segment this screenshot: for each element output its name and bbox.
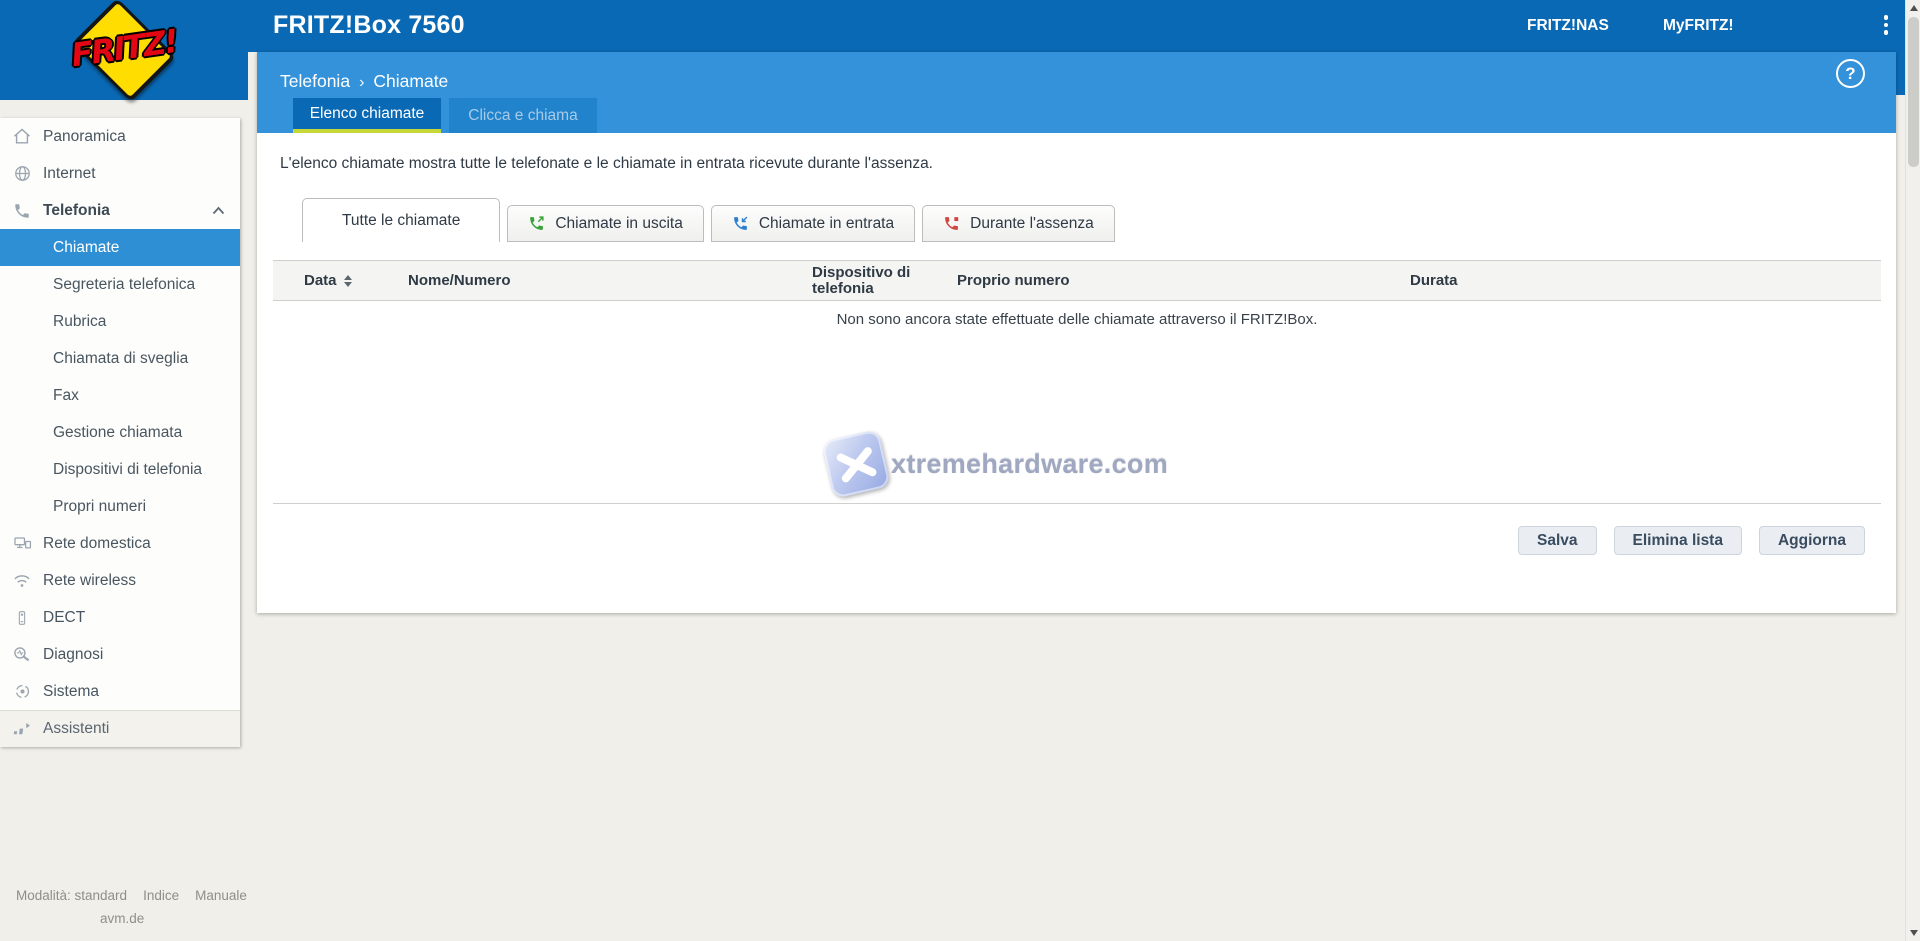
sidebar-item-chiamata-di-sveglia[interactable]: Chiamata di sveglia xyxy=(0,340,240,377)
filter-tab-label: Chiamate in uscita xyxy=(555,215,683,233)
column-header-dispositivo: Dispositivo di telefonia xyxy=(812,265,957,297)
sidebar-item-propri-numeri[interactable]: Propri numeri xyxy=(0,488,240,525)
home-network-icon xyxy=(10,534,34,554)
filter-tab-label: Tutte le chiamate xyxy=(342,212,460,230)
tab-elenco-chiamate[interactable]: Elenco chiamate xyxy=(293,98,441,133)
sidebar-item-label: Rete domestica xyxy=(43,535,151,553)
sort-icon xyxy=(344,275,352,287)
breadcrumb-page: Chiamate xyxy=(373,71,448,91)
filter-tab-label: Chiamate in entrata xyxy=(759,215,894,233)
filter-tab-durante-assenza[interactable]: Durante l'assenza xyxy=(922,205,1115,242)
missed-call-icon xyxy=(943,215,960,232)
sidebar-item-label: Rete wireless xyxy=(43,572,136,590)
filter-tab-chiamate-in-entrata[interactable]: Chiamate in entrata xyxy=(711,205,915,242)
sidebar-item-internet[interactable]: Internet xyxy=(0,155,240,192)
sidebar-item-label: Dispositivi di telefonia xyxy=(53,461,202,479)
breadcrumb-section[interactable]: Telefonia xyxy=(280,71,350,91)
myfritz-link[interactable]: MyFRITZ! xyxy=(1663,17,1734,35)
salva-button[interactable]: Salva xyxy=(1518,526,1597,555)
filter-tab-chiamate-in-uscita[interactable]: Chiamate in uscita xyxy=(507,205,704,242)
filter-tab-label: Durante l'assenza xyxy=(970,215,1094,233)
sidebar-item-rete-wireless[interactable]: Rete wireless xyxy=(0,562,240,599)
fritz-logo[interactable]: FRITZ! xyxy=(0,0,248,100)
sidebar-item-label: Internet xyxy=(43,165,96,183)
footer-manuale-link[interactable]: Manuale xyxy=(195,888,247,903)
sidebar-item-dispositivi-di-telefonia[interactable]: Dispositivi di telefonia xyxy=(0,451,240,488)
tab-clicca-e-chiama[interactable]: Clicca e chiama xyxy=(449,98,597,133)
sidebar-item-label: Gestione chiamata xyxy=(53,424,182,442)
sidebar-item-label: Sistema xyxy=(43,683,99,701)
breadcrumb-separator-icon: › xyxy=(359,74,364,91)
scrollbar-thumb[interactable] xyxy=(1908,17,1919,167)
column-header-nome-numero: Nome/Numero xyxy=(408,272,812,289)
incoming-call-icon xyxy=(732,215,749,232)
fritznas-link[interactable]: FRITZ!NAS xyxy=(1527,17,1609,35)
footer-avm-link[interactable]: avm.de xyxy=(100,911,144,926)
sidebar-item-gestione-chiamata[interactable]: Gestione chiamata xyxy=(0,414,240,451)
phone-icon xyxy=(10,201,34,221)
column-header-durata: Durata xyxy=(1410,272,1881,289)
sidebar-item-rubrica[interactable]: Rubrica xyxy=(0,303,240,340)
sidebar-item-sistema[interactable]: Sistema xyxy=(0,673,240,710)
calls-table: Data Nome/Numero Dispositivo di telefoni… xyxy=(273,260,1881,504)
dect-handset-icon xyxy=(10,608,34,628)
sidebar-item-fax[interactable]: Fax xyxy=(0,377,240,414)
sidebar-item-telefonia[interactable]: Telefonia xyxy=(0,192,240,229)
home-icon xyxy=(10,127,34,147)
sidebar-item-label: Chiamate xyxy=(53,239,119,257)
sidebar-item-panoramica[interactable]: Panoramica xyxy=(0,118,240,155)
footer-mode-label: Modalità: standard xyxy=(16,888,127,903)
help-icon[interactable]: ? xyxy=(1836,59,1865,88)
kebab-menu-icon[interactable] xyxy=(1878,15,1894,39)
elimina-lista-button[interactable]: Elimina lista xyxy=(1614,526,1742,555)
footer-indice-link[interactable]: Indice xyxy=(143,888,179,903)
calls-table-body: Non sono ancora state effettuate delle c… xyxy=(273,301,1881,504)
wifi-icon xyxy=(10,571,34,591)
sidebar-item-label: Fax xyxy=(53,387,79,405)
sidebar-item-diagnosi[interactable]: Diagnosi xyxy=(0,636,240,673)
aggiorna-button[interactable]: Aggiorna xyxy=(1759,526,1865,555)
footer: Modalità: standard Indice Manuale xyxy=(16,888,247,903)
diagnosis-icon xyxy=(10,645,34,665)
sidebar-item-label: Diagnosi xyxy=(43,646,103,664)
sidebar-item-label: Chiamata di sveglia xyxy=(53,350,188,368)
panel-header: Telefonia › Chiamate ? Elenco chiamate Cli… xyxy=(257,52,1896,133)
scrollbar-down-icon[interactable] xyxy=(1906,925,1920,941)
chevron-up-icon xyxy=(212,206,225,215)
outgoing-call-icon xyxy=(528,215,545,232)
breadcrumb: Telefonia › Chiamate xyxy=(280,71,448,92)
action-buttons: Salva Elimina lista Aggiorna xyxy=(1518,526,1865,555)
vertical-scrollbar[interactable] xyxy=(1905,0,1920,941)
call-filter-tabs: Tutte le chiamate Chiamate in uscita Chi… xyxy=(302,198,1115,242)
page-description: L'elenco chiamate mostra tutte le telefo… xyxy=(280,155,933,173)
calls-table-header: Data Nome/Numero Dispositivo di telefoni… xyxy=(273,260,1881,301)
sidebar-item-label: Telefonia xyxy=(43,202,110,220)
sidebar-item-chiamate[interactable]: Chiamate xyxy=(0,229,240,266)
assistants-icon xyxy=(10,719,34,739)
sidebar-item-label: Rubrica xyxy=(53,313,106,331)
sidebar-item-label: Segreteria telefonica xyxy=(53,276,195,294)
sidebar-nav: Panoramica Internet Telefonia Chiamate S… xyxy=(0,118,240,747)
column-header-proprio-numero: Proprio numero xyxy=(957,272,1410,289)
column-header-data[interactable]: Data xyxy=(304,272,408,289)
app-title: FRITZ!Box 7560 xyxy=(273,11,465,40)
page-tabs: Elenco chiamate Clicca e chiama xyxy=(293,98,597,133)
sidebar-item-label: DECT xyxy=(43,609,85,627)
globe-icon xyxy=(10,164,34,184)
sidebar-item-rete-domestica[interactable]: Rete domestica xyxy=(0,525,240,562)
sidebar-item-segreteria-telefonica[interactable]: Segreteria telefonica xyxy=(0,266,240,303)
filter-tab-tutte-le-chiamate[interactable]: Tutte le chiamate xyxy=(302,198,500,242)
system-icon xyxy=(10,682,34,702)
empty-table-message: Non sono ancora state effettuate delle c… xyxy=(273,301,1881,328)
sidebar-item-label: Propri numeri xyxy=(53,498,146,516)
main-panel: Telefonia › Chiamate ? Elenco chiamate Cli… xyxy=(257,52,1896,613)
sidebar-item-label: Assistenti xyxy=(43,720,109,738)
scrollbar-up-icon[interactable] xyxy=(1906,0,1920,16)
sidebar-item-dect[interactable]: DECT xyxy=(0,599,240,636)
sidebar-item-label: Panoramica xyxy=(43,128,126,146)
sidebar-item-assistenti[interactable]: Assistenti xyxy=(0,710,240,747)
